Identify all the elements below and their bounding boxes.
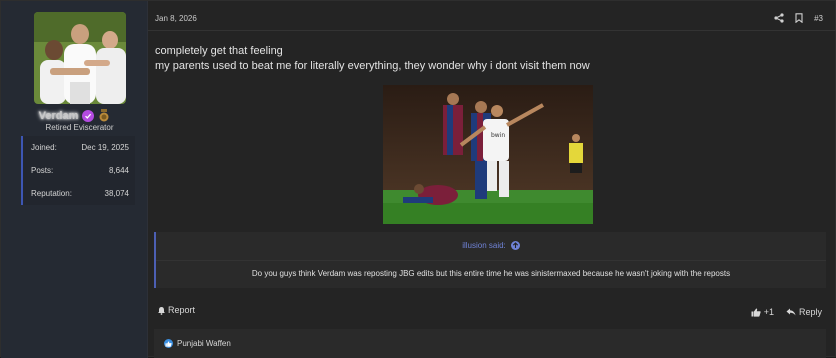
- quote-block: illusion said: Do you guys think Verdam …: [154, 232, 826, 288]
- reply-label: Reply: [798, 307, 822, 317]
- stat-posts: Posts: 8,644: [21, 159, 135, 182]
- post-line: my parents used to beat me for literally…: [155, 60, 590, 72]
- quote-divider: [156, 260, 826, 261]
- report-label: Report: [168, 305, 196, 315]
- post-number[interactable]: #3: [814, 14, 823, 23]
- report-button[interactable]: Report: [157, 305, 195, 315]
- post-line: completely get that feeling: [155, 45, 283, 57]
- reply-button[interactable]: Reply: [786, 307, 822, 317]
- bell-icon: [158, 306, 165, 315]
- post-date[interactable]: Jan 8, 2026: [155, 14, 197, 23]
- medal-icon: [98, 109, 110, 122]
- username-row: Verdam: [1, 109, 148, 122]
- post-footer-actions: +1 Reply: [751, 307, 822, 317]
- stat-label: Joined:: [31, 143, 57, 152]
- header-divider: [148, 30, 836, 31]
- stat-value: Dec 19, 2025: [81, 143, 129, 152]
- stat-joined: Joined: Dec 19, 2025: [21, 136, 135, 159]
- user-stats: Joined: Dec 19, 2025 Posts: 8,644 Reputa…: [21, 136, 135, 205]
- reactions-list[interactable]: Punjabi Waffen: [164, 339, 231, 348]
- avatar[interactable]: [34, 12, 126, 104]
- like-reaction-icon: [164, 339, 173, 348]
- stat-label: Reputation:: [31, 189, 72, 198]
- reply-icon: [786, 308, 796, 316]
- user-sidebar: Verdam Retired Eviscerator Joined: Dec 1…: [1, 1, 148, 358]
- arrow-up-icon[interactable]: [510, 241, 520, 250]
- share-icon[interactable]: [774, 12, 784, 24]
- reaction-users[interactable]: Punjabi Waffen: [177, 339, 231, 348]
- username[interactable]: Verdam: [39, 110, 79, 122]
- like-count: +1: [763, 307, 774, 317]
- stat-label: Posts:: [31, 166, 54, 175]
- bookmark-icon[interactable]: [794, 12, 804, 24]
- thumbs-up-icon: [751, 308, 761, 317]
- stat-reputation: Reputation: 38,074: [21, 182, 135, 205]
- like-button[interactable]: +1: [751, 307, 774, 317]
- post-main: Jan 8, 2026 #3 completely get that feeli…: [148, 1, 836, 358]
- reactions-bar: Punjabi Waffen: [154, 329, 826, 358]
- quote-header[interactable]: illusion said:: [156, 241, 826, 250]
- stat-value: 38,074: [104, 189, 129, 198]
- quote-text: Do you guys think Verdam was reposting J…: [251, 269, 731, 278]
- stat-value: 8,644: [108, 166, 129, 175]
- user-title: Retired Eviscerator: [45, 123, 114, 132]
- post-image[interactable]: bwin: [383, 85, 593, 224]
- forum-post: Verdam Retired Eviscerator Joined: Dec 1…: [0, 0, 836, 358]
- post-header-actions: #3: [774, 12, 823, 24]
- svg-text:bwin: bwin: [491, 132, 505, 139]
- quote-author[interactable]: illusion said:: [462, 241, 506, 250]
- post-body: completely get that feeling my parents u…: [155, 44, 590, 74]
- verified-icon: [82, 109, 95, 122]
